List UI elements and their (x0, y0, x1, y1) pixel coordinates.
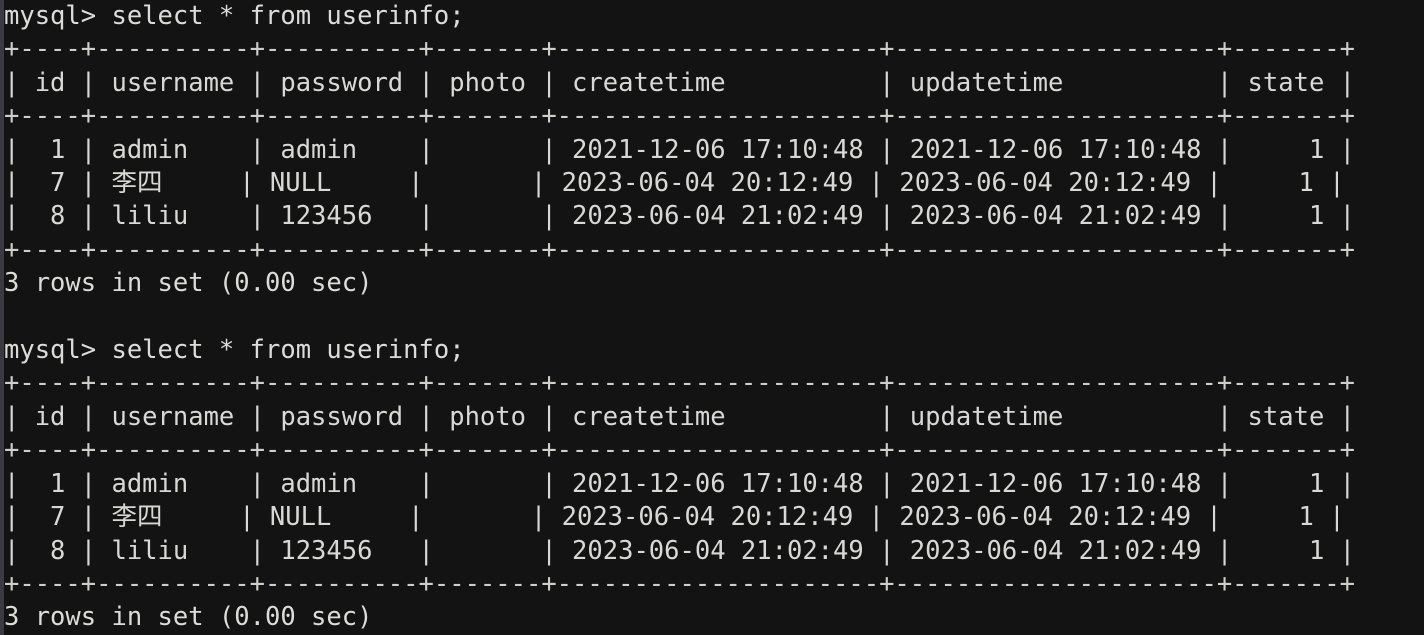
terminal-line-tablerow: | id | username | password | photo | cre… (4, 401, 1356, 432)
terminal-line-rule: +----+----------+----------+-------+----… (4, 34, 1356, 65)
terminal-line-prompt: mysql> select * from userinfo; (4, 1, 465, 31)
terminal-line-tablerow: | 7 | 李四 | NULL | | 2023-06-04 20:12:49 … (4, 502, 1345, 533)
terminal-line-tablerow: | 1 | admin | admin | | 2021-12-06 17:10… (4, 134, 1356, 165)
terminal-line-rule: +----+----------+----------+-------+----… (4, 435, 1356, 466)
terminal-line-status: 3 rows in set (0.00 sec) (4, 602, 373, 633)
terminal-line-tablerow: | 8 | liliu | 123456 | | 2023-06-04 21:0… (4, 535, 1356, 566)
terminal-line-rule: +----+----------+----------+-------+----… (4, 101, 1356, 132)
terminal-line-tablerow: | id | username | password | photo | cre… (4, 67, 1356, 98)
terminal-line-rule: +----+----------+----------+-------+----… (4, 568, 1356, 599)
terminal-window[interactable]: mysql> select * from userinfo; +----+----… (0, 0, 1424, 635)
terminal-line-prompt: mysql> select * from userinfo; (4, 335, 465, 366)
terminal-line-rule: +----+----------+----------+-------+----… (4, 234, 1356, 265)
terminal-line-tablerow: | 1 | admin | admin | | 2021-12-06 17:10… (4, 468, 1356, 499)
terminal-line-rule: +----+----------+----------+-------+----… (4, 368, 1356, 399)
terminal-output-area[interactable]: mysql> select * from userinfo; +----+----… (4, 0, 1424, 635)
terminal-line-tablerow: | 8 | liliu | 123456 | | 2023-06-04 21:0… (4, 201, 1356, 232)
terminal-line-status: 3 rows in set (0.00 sec) (4, 268, 373, 299)
terminal-line-tablerow: | 7 | 李四 | NULL | | 2023-06-04 20:12:49 … (4, 168, 1345, 199)
